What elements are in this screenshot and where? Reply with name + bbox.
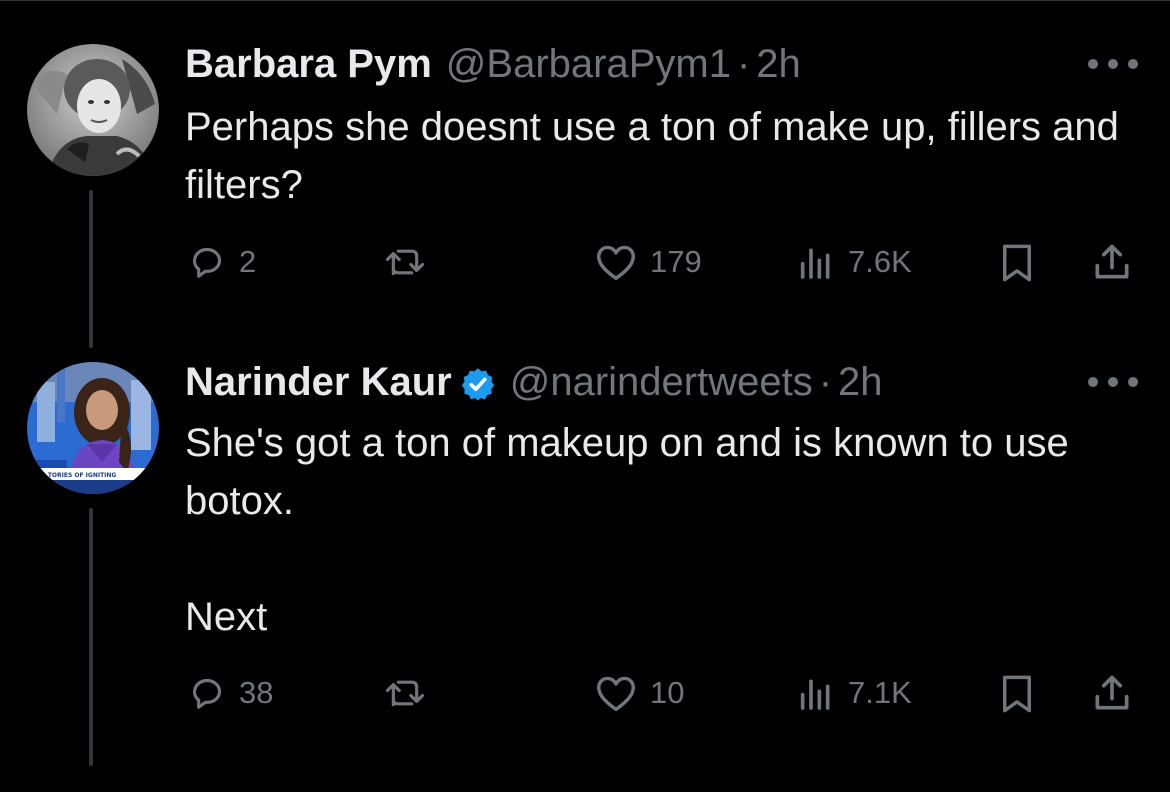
thread-line — [89, 508, 93, 766]
share-button[interactable] — [1090, 671, 1134, 715]
bookmark-icon — [1003, 244, 1031, 282]
avatar-photo: SES TORIES OF IGNITING — [27, 362, 159, 494]
timestamp[interactable]: 2h — [756, 40, 801, 88]
bookmark-button[interactable] — [999, 242, 1035, 284]
tweet-header: Barbara Pym @BarbaraPym1 · 2h — [185, 40, 801, 88]
bookmark-icon — [1003, 675, 1031, 713]
avatar-photo — [27, 44, 159, 176]
like-icon — [596, 676, 635, 712]
retweet-button[interactable] — [383, 673, 439, 713]
like-icon — [596, 245, 635, 281]
reply-icon — [192, 247, 222, 278]
avatar[interactable]: SES TORIES OF IGNITING — [27, 362, 159, 494]
display-name[interactable]: Narinder Kaur — [185, 358, 452, 406]
reply-count: 38 — [239, 675, 274, 710]
top-divider — [0, 0, 1170, 1]
thread-line — [89, 190, 93, 348]
svg-text:SES TORIES OF IGNITING: SES TORIES OF IGNITING — [33, 472, 116, 479]
reply-button[interactable]: 38 — [187, 673, 273, 713]
timestamp[interactable]: 2h — [838, 358, 883, 406]
tweet-text: Perhaps she doesnt use a ton of make up,… — [185, 105, 1119, 207]
like-button[interactable]: 10 — [594, 673, 684, 713]
share-icon — [1095, 244, 1129, 279]
tweet-header: Narinder Kaur @narindertweets · 2h — [185, 358, 883, 406]
reply-count: 2 — [239, 244, 257, 279]
more-icon[interactable] — [1088, 54, 1138, 74]
bookmark-button[interactable] — [999, 673, 1035, 715]
like-button[interactable]: 179 — [594, 242, 702, 282]
tweet-text: She's got a ton of makeup on and is know… — [185, 421, 1069, 639]
reply-button[interactable]: 2 — [187, 242, 256, 282]
share-button[interactable] — [1090, 240, 1134, 284]
views-icon — [800, 248, 830, 279]
views-button[interactable]: 7.1K — [796, 673, 912, 713]
like-count: 179 — [650, 244, 702, 279]
views-button[interactable]: 7.6K — [796, 242, 912, 282]
avatar[interactable] — [27, 44, 159, 176]
more-icon[interactable] — [1088, 372, 1138, 392]
separator: · — [818, 360, 833, 404]
handle[interactable]: @narindertweets — [510, 358, 813, 406]
share-icon — [1095, 675, 1129, 710]
verified-badge-icon — [461, 368, 494, 401]
separator: · — [736, 42, 751, 86]
display-name[interactable]: Barbara Pym — [185, 40, 432, 88]
like-count: 10 — [650, 675, 685, 710]
handle[interactable]: @BarbaraPym1 — [446, 40, 731, 88]
view-count: 7.6K — [848, 244, 912, 279]
retweet-button[interactable] — [383, 242, 439, 282]
views-icon — [800, 679, 830, 710]
reply-icon — [192, 678, 222, 709]
retweet-icon — [385, 249, 425, 276]
retweet-icon — [385, 680, 425, 707]
view-count: 7.1K — [848, 675, 912, 710]
